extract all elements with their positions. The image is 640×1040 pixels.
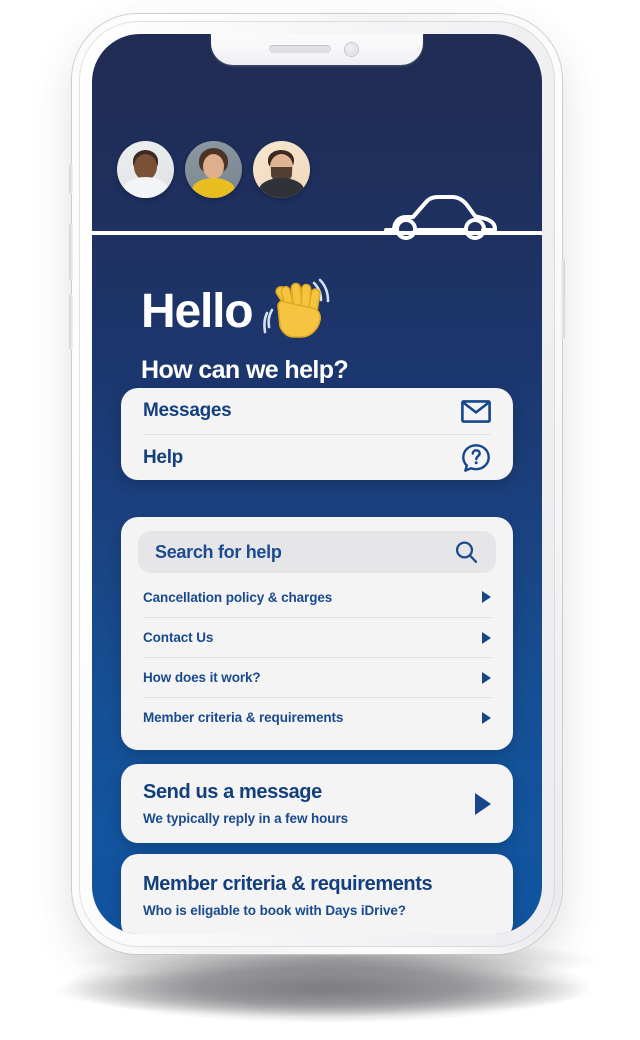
search-icon [455, 540, 478, 563]
list-item[interactable]: Contact Us [143, 617, 491, 657]
faq-label: How does it work? [143, 670, 261, 685]
faq-label: Cancellation policy & charges [143, 589, 333, 605]
faq-label: Member criteria & requirements [143, 710, 344, 725]
avatar [253, 141, 310, 198]
send-message-subtitle: We typically reply in a few hours [143, 811, 349, 826]
member-criteria-subtitle: Who is eligable to book with Days iDrive… [143, 903, 406, 918]
help-search-card: Search for help Cancellation policy & ch… [121, 517, 513, 750]
power-button[interactable] [561, 259, 565, 339]
search-placeholder: Search for help [155, 541, 282, 562]
messages-row[interactable]: Messages [143, 388, 491, 434]
list-item[interactable]: How does it work? [143, 657, 491, 697]
send-message-text: Send us a message We typically reply in … [143, 781, 348, 826]
phone-screen: Hello How can we help? Messages Help Sea… [92, 34, 542, 934]
avatar [185, 141, 242, 198]
phone-device-frame: Hello How can we help? Messages Help Sea… [69, 14, 565, 954]
agent-avatar-group [117, 141, 310, 198]
quick-links-card: Messages Help [121, 388, 513, 480]
question-bubble-icon [462, 443, 490, 472]
send-message-card[interactable]: Send us a message We typically reply in … [121, 764, 513, 843]
list-item[interactable]: Cancellation policy & charges [143, 577, 491, 617]
avatar [117, 141, 174, 198]
play-arrow-icon [475, 792, 491, 815]
silent-switch-button[interactable] [69, 164, 73, 194]
car-outline-icon [384, 195, 497, 240]
screenshot-stage: Hello How can we help? Messages Help Sea… [0, 0, 640, 1040]
page-title: Hello [141, 285, 254, 338]
messages-label: Messages [143, 400, 232, 421]
help-label: Help [143, 446, 183, 468]
chevron-right-icon [482, 591, 491, 603]
list-item[interactable]: Member criteria & requirements [143, 697, 491, 737]
volume-up-button[interactable] [69, 224, 73, 280]
faq-list: Cancellation policy & charges Contact Us… [138, 577, 496, 737]
phone-ground-shadow-2 [0, 955, 640, 1025]
member-criteria-card[interactable]: Member criteria & requirements Who is el… [121, 854, 513, 934]
chevron-right-icon [482, 631, 491, 644]
chevron-right-icon [482, 671, 491, 684]
chevron-right-icon [482, 711, 491, 724]
device-notch [211, 34, 423, 65]
member-criteria-title: Member criteria & requirements [143, 873, 433, 895]
send-message-title: Send us a message [143, 781, 322, 803]
search-input[interactable]: Search for help [138, 531, 496, 573]
earpiece-speaker [269, 45, 331, 53]
envelope-icon [461, 399, 491, 423]
greeting-block: Hello How can we help? [141, 278, 349, 385]
waving-hand-icon [263, 278, 330, 338]
page-subtitle: How can we help? [141, 356, 349, 384]
volume-down-button[interactable] [69, 294, 73, 350]
faq-label: Contact Us [143, 630, 214, 645]
help-row[interactable]: Help [143, 434, 491, 480]
front-camera-icon [345, 43, 358, 56]
